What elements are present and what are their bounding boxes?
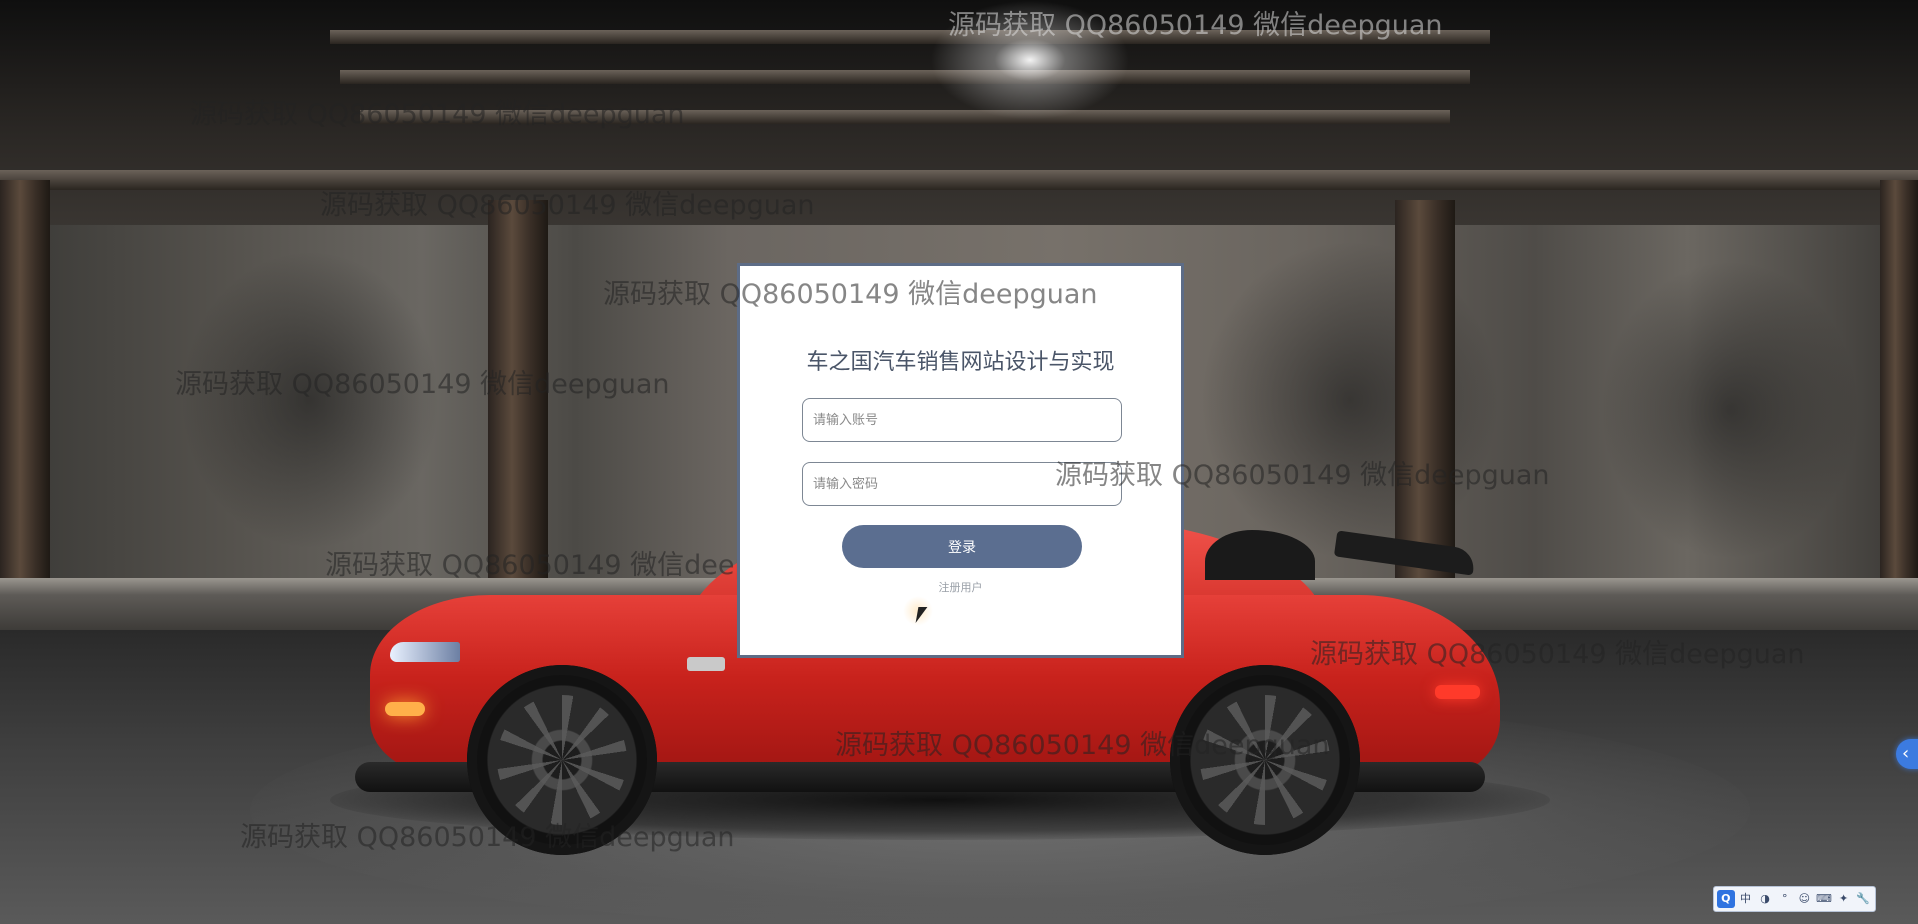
car-headlight [390,642,460,662]
login-button[interactable]: 登录 [842,525,1082,568]
ime-keyboard-icon[interactable]: ⌨ [1815,890,1833,908]
ceiling-light [930,0,1130,120]
password-input[interactable] [802,462,1122,506]
car-fog-light [385,702,425,716]
ime-logo-icon[interactable]: Q [1717,890,1735,908]
ceiling-beam [360,110,1450,124]
login-dialog: 车之国汽车销售网站设计与实现 登录 注册用户 [737,263,1184,658]
ime-settings-icon[interactable]: 🔧 [1854,890,1872,908]
ime-emoji-icon[interactable]: ☺ [1796,890,1814,908]
rear-wheel [1170,665,1360,855]
ime-toolbar: Q 中 ◑ ° ☺ ⌨ ✦ 🔧 [1713,886,1876,912]
ime-width-toggle-icon[interactable]: ◑ [1756,890,1774,908]
ime-punctuation-icon[interactable]: ° [1776,890,1794,908]
steel-pillar [1880,180,1918,610]
car-window [1205,530,1315,580]
steel-pillar [0,180,50,610]
wall-stain [1600,260,1860,560]
car-tail-light [1435,685,1480,699]
ceiling-beam [340,70,1470,84]
front-wheel [467,665,657,855]
username-input[interactable] [802,398,1122,442]
register-link[interactable]: 注册用户 [740,579,1181,595]
ceiling-beam [0,170,1918,190]
site-title: 车之国汽车销售网站设计与实现 [806,350,1115,375]
ime-language-toggle[interactable]: 中 [1737,890,1755,908]
car-badge [687,657,725,671]
chevron-left-icon[interactable]: ‹ [1896,739,1918,769]
ceiling-beam [330,30,1490,44]
car-spoiler [1333,530,1477,576]
ime-skin-icon[interactable]: ✦ [1835,890,1853,908]
